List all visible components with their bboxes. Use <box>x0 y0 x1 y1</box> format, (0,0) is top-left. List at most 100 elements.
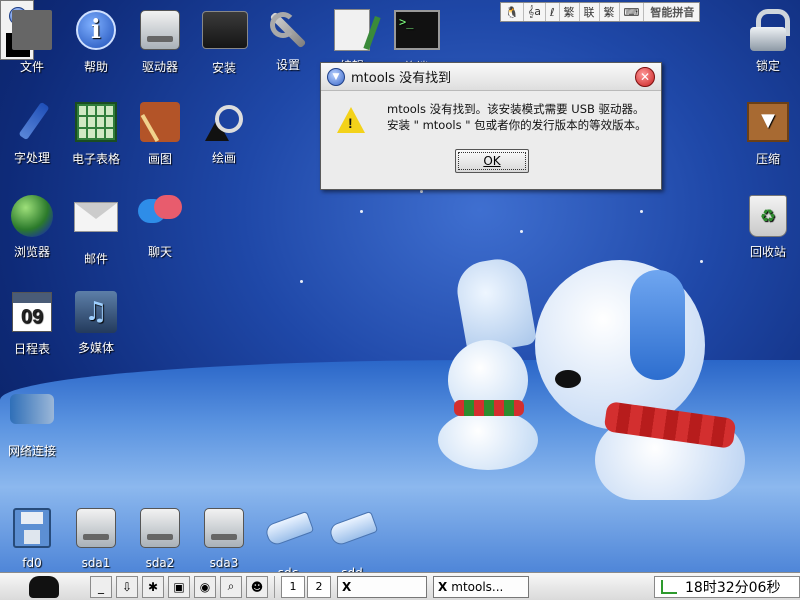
ime-segment[interactable]: 联 <box>580 3 600 21</box>
desktop-icon-label: sda3 <box>209 556 239 570</box>
desktop-icon-label: 回收站 <box>749 245 786 259</box>
desktop-icon-fd0[interactable]: fd0 <box>0 506 64 570</box>
drive-icon <box>204 508 244 548</box>
desktop-icon-lock[interactable]: 锁定 <box>736 8 800 74</box>
dialog-titlebar[interactable]: ▼ mtools 没有找到 ✕ <box>321 63 661 91</box>
close-icon[interactable]: ✕ <box>635 67 655 87</box>
ime-segment[interactable]: ℓ <box>546 3 560 21</box>
keyboard-icon[interactable]: ⌨ <box>620 3 645 21</box>
browser-launch-icon[interactable]: ◉ <box>194 575 216 598</box>
info-icon: i <box>76 10 116 50</box>
ok-button[interactable]: OK <box>455 149 529 173</box>
terminal-launch-icon[interactable]: ▣ <box>168 575 190 598</box>
desktop-icon-label: 电子表格 <box>71 152 120 166</box>
taskbar-task[interactable]: X <box>337 575 427 598</box>
dog-logo-icon <box>29 575 59 598</box>
desktop-icon-mail[interactable]: 邮件 <box>64 194 128 267</box>
desktop-icon-label: sda1 <box>81 556 111 570</box>
workspace-2[interactable]: 2 <box>307 575 331 598</box>
x-app-icon: X <box>342 579 352 594</box>
ime-toolbar[interactable]: 🐧 𝄞a ℓ 繁 联 繁 ⌨ 智能拼音 <box>500 2 700 22</box>
star <box>360 210 363 213</box>
desktop-icon-sdd[interactable]: sdd <box>320 506 384 580</box>
start-menu-button[interactable] <box>0 573 88 600</box>
ime-segment[interactable]: 繁 <box>560 3 580 21</box>
taskbar: _ ⇩ ✱ ▣ ◉ ⌕ ☻ 1 2 X X mtools... 18时32分06… <box>0 572 800 600</box>
calendar-icon: 09 <box>12 292 52 332</box>
wrench-icon <box>266 8 310 52</box>
desktop-icon-label: 字处理 <box>13 151 50 165</box>
star-launch-icon[interactable]: ✱ <box>142 575 164 598</box>
floppy-icon <box>13 508 51 548</box>
dialog-message-line2: 安装 " mtools " 包或者你的发行版本的等效版本。 <box>387 118 647 132</box>
desktop-icon-spreadsheet[interactable]: 电子表格 <box>64 100 128 167</box>
desktop-icon-sdc[interactable]: sdc <box>256 506 320 580</box>
wallpaper-snowman <box>438 254 538 470</box>
desktop-icon-sda3[interactable]: sda3 <box>192 506 256 570</box>
error-dialog[interactable]: ▼ mtools 没有找到 ✕ ! mtools 没有找到。该安装模式需要 US… <box>320 62 662 190</box>
desktop-icon-help[interactable]: i 帮助 <box>64 8 128 75</box>
desktop-icon-label: 邮件 <box>83 252 108 266</box>
dialog-menu-icon[interactable]: ▼ <box>327 67 345 86</box>
folder-icon <box>12 10 52 50</box>
taskbar-separator <box>274 575 275 598</box>
workspace-1[interactable]: 1 <box>281 575 305 598</box>
desktop-icon-archive[interactable]: 压缩 <box>736 100 800 167</box>
desktop-icon-label: 安装 <box>211 61 236 75</box>
desktop-icon-calendar[interactable]: 09 日程表 <box>0 290 64 357</box>
ime-segment[interactable]: 繁 <box>600 3 620 21</box>
network-plug-icon <box>10 394 54 424</box>
shapes-icon <box>203 101 245 143</box>
media-icon: ♫ <box>75 291 117 333</box>
desktop-icon-trash[interactable]: ♻ 回收站 <box>736 194 800 260</box>
desktop-icon-install[interactable]: 安装 <box>192 8 256 76</box>
clock[interactable]: 18时32分06秒 <box>654 575 800 598</box>
search-icon[interactable]: ⌕ <box>220 575 242 598</box>
calendar-day: 09 <box>20 306 44 328</box>
desktop-icon-label: 设置 <box>275 58 300 72</box>
paint-icon <box>140 102 180 142</box>
globe-icon <box>11 195 53 237</box>
desktop-icon-label: 画图 <box>147 152 172 166</box>
desktop-icon-sda2[interactable]: sda2 <box>128 506 192 570</box>
desktop-icon-browser[interactable]: 浏览器 <box>0 194 64 260</box>
star <box>520 230 523 233</box>
pen-icon <box>11 101 53 143</box>
minimize-all-icon[interactable]: _ <box>90 575 112 598</box>
desktop-icon-label: 日程表 <box>13 342 50 356</box>
mail-icon <box>74 202 118 232</box>
desktop-icon-label: fd0 <box>22 556 42 570</box>
desktop-icon-drives[interactable]: 驱动器 <box>128 8 192 75</box>
taskbar-task-mtools[interactable]: X mtools... <box>433 575 529 598</box>
desktop-icon-files[interactable]: 文件 <box>0 8 64 75</box>
x-app-icon: X <box>438 579 448 594</box>
star <box>640 210 643 213</box>
drive-icon <box>76 508 116 548</box>
edit-icon <box>334 9 370 51</box>
drive-icon <box>140 508 180 548</box>
taskbar-task-label: mtools... <box>451 579 504 594</box>
desktop-icon-label: 绘画 <box>211 151 236 165</box>
chat-launch-icon[interactable]: ☻ <box>246 575 268 598</box>
lock-icon <box>750 9 790 51</box>
chat-icon <box>138 195 182 237</box>
desktop-icon-label: 压缩 <box>755 152 780 166</box>
desktop-icon-multimedia[interactable]: ♫ 多媒体 <box>64 290 128 356</box>
desktop-icon-paint[interactable]: 画图 <box>128 100 192 167</box>
dialog-title: mtools 没有找到 <box>351 71 452 86</box>
desktop-icon-sda1[interactable]: sda1 <box>64 506 128 570</box>
ime-name: 智能拼音 <box>650 6 695 19</box>
terminal-icon: >_ <box>394 10 440 50</box>
desktop-icon-word-processor[interactable]: 字处理 <box>0 100 64 166</box>
desktop-icon-label: 多媒体 <box>77 341 114 355</box>
signal-icon <box>661 579 677 594</box>
ime-segment[interactable]: 𝄞a <box>524 3 546 21</box>
desktop-icon-settings[interactable]: 设置 <box>256 8 320 73</box>
desktop-icon-chat[interactable]: 聊天 <box>128 194 192 260</box>
desktop-icon-network[interactable]: 网络连接 <box>0 386 64 459</box>
installer-launch-icon[interactable]: ⇩ <box>116 575 138 598</box>
ime-segment[interactable]: 🐧 <box>501 3 524 21</box>
star <box>420 190 423 193</box>
desktop-icon-draw[interactable]: 绘画 <box>192 100 256 166</box>
desktop-icon-label: 聊天 <box>147 245 172 259</box>
